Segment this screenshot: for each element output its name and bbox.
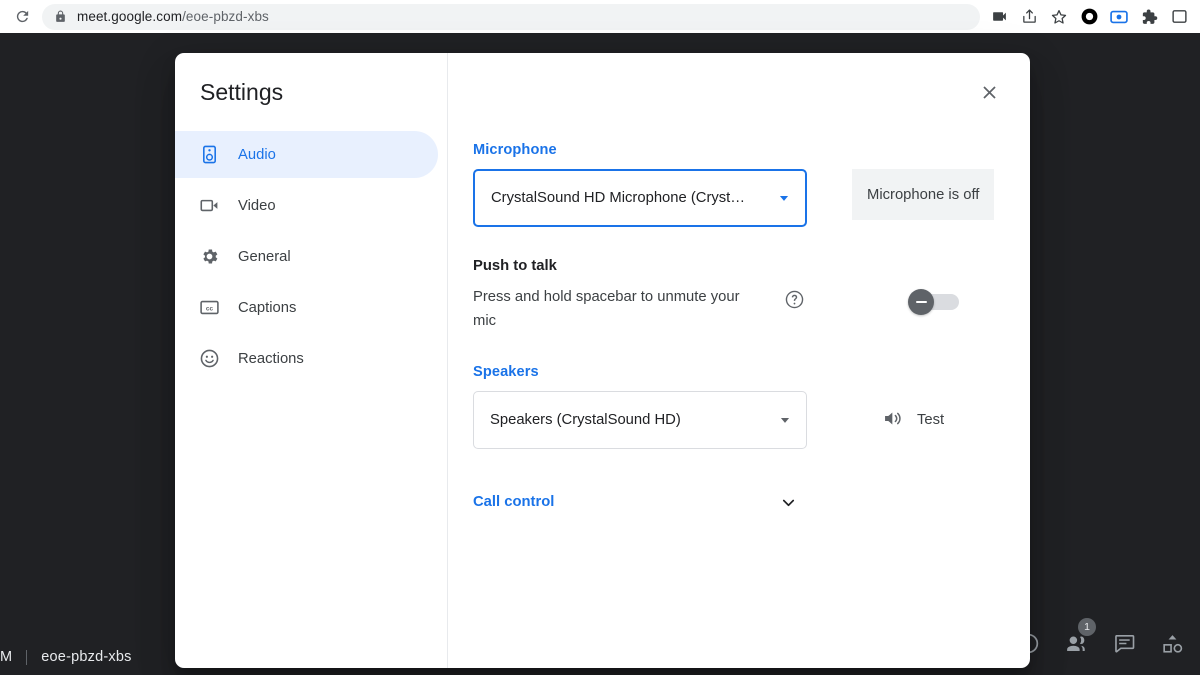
chevron-down-icon: [777, 191, 791, 205]
closed-captions-icon: cc: [199, 297, 225, 318]
toolbar-icon-group: [984, 3, 1194, 31]
push-to-talk-text: Push to talk Press and hold spacebar to …: [473, 258, 773, 333]
sidebar-item-audio[interactable]: Audio: [175, 131, 438, 178]
audio-settings-panel: Microphone CrystalSound HD Microphone (C…: [448, 53, 1030, 522]
svg-text:cc: cc: [206, 306, 214, 313]
push-to-talk-title: Push to talk: [473, 258, 557, 274]
status-badge: Microphone is off: [852, 169, 995, 220]
meet-control-bar: 1: [1004, 618, 1196, 667]
close-button[interactable]: [972, 75, 1006, 109]
bookmark-star-icon[interactable]: [1044, 3, 1074, 31]
push-to-talk-description: Press and hold spacebar to unmute your m…: [473, 289, 740, 329]
activities-button[interactable]: [1148, 619, 1196, 667]
lock-icon: [54, 10, 67, 23]
settings-dialog: Settings Audio Video General cc Captions…: [175, 53, 1030, 668]
chat-icon: [1114, 634, 1134, 652]
sidebar-item-captions[interactable]: cc Captions: [175, 284, 438, 331]
speakers-label: Speakers: [473, 364, 539, 380]
video-camera-icon: [199, 195, 225, 216]
speakers-section: Speakers Speakers (CrystalSound HD) Test: [473, 364, 1030, 449]
sidebar-item-label: General: [238, 248, 291, 265]
extensions-puzzle-icon[interactable]: [1134, 3, 1164, 31]
share-icon[interactable]: [1014, 3, 1044, 31]
url-host: meet.google.com: [77, 9, 183, 24]
sidebar-item-label: Reactions: [238, 350, 304, 367]
toggle-knob: [908, 289, 934, 315]
meeting-code: eoe-pbzd-xbs: [41, 649, 132, 665]
settings-content: Microphone CrystalSound HD Microphone (C…: [448, 53, 1030, 668]
reload-button[interactable]: [8, 3, 36, 31]
people-count-badge: 1: [1078, 618, 1096, 636]
browser-toolbar: meet.google.com/eoe-pbzd-xbs: [0, 0, 1200, 33]
sidebar-item-label: Captions: [238, 299, 297, 316]
minus-icon: [915, 301, 927, 303]
settings-nav: Audio Video General cc Captions Reaction…: [175, 131, 447, 382]
volume-up-icon: [882, 408, 903, 433]
chevron-down-icon: [779, 493, 798, 512]
close-icon: [982, 85, 996, 99]
reload-icon: [16, 10, 28, 23]
microphone-row: CrystalSound HD Microphone (Cryst… Micro…: [473, 169, 1030, 227]
chevron-down-icon: [778, 413, 792, 427]
people-button[interactable]: 1: [1052, 618, 1100, 667]
speakers-select[interactable]: Speakers (CrystalSound HD): [473, 391, 807, 449]
screen-capture-icon[interactable]: [1104, 3, 1134, 31]
record-circle-icon[interactable]: [1074, 3, 1104, 31]
video-camera-icon[interactable]: [984, 3, 1014, 31]
meeting-time: M: [0, 649, 13, 665]
activities-icon: [1162, 634, 1182, 653]
sidebar-item-general[interactable]: General: [175, 233, 438, 280]
speakers-row: Speakers (CrystalSound HD) Test: [473, 391, 1030, 449]
call-control-label: Call control: [473, 494, 555, 510]
address-bar[interactable]: meet.google.com/eoe-pbzd-xbs: [42, 3, 980, 30]
page-title: Settings: [200, 79, 284, 105]
push-to-talk-row: Push to talk Press and hold spacebar to …: [473, 258, 1030, 333]
chat-button[interactable]: [1100, 619, 1148, 667]
speaker-test-button[interactable]: Test: [882, 391, 944, 449]
help-circle-icon[interactable]: [784, 289, 805, 315]
address-bar-url: meet.google.com/eoe-pbzd-xbs: [77, 9, 269, 24]
microphone-status-text: Microphone is off: [867, 186, 980, 203]
sidebar-item-video[interactable]: Video: [175, 182, 438, 229]
browser-panel-icon[interactable]: [1164, 3, 1194, 31]
sidebar-item-reactions[interactable]: Reactions: [175, 335, 438, 382]
speaker-box-icon: [199, 144, 225, 165]
divider: [26, 649, 28, 665]
microphone-select-value: CrystalSound HD Microphone (Cryst…: [491, 190, 746, 206]
call-control-expander[interactable]: Call control: [473, 482, 807, 522]
sidebar-item-label: Audio: [238, 146, 276, 163]
sidebar-item-label: Video: [238, 197, 276, 214]
microphone-label: Microphone: [473, 142, 557, 158]
speaker-test-label: Test: [917, 412, 945, 428]
smiley-face-icon: [199, 348, 225, 369]
microphone-select[interactable]: CrystalSound HD Microphone (Cryst…: [473, 169, 807, 227]
speakers-select-value: Speakers (CrystalSound HD): [490, 412, 681, 428]
settings-sidebar: Settings Audio Video General cc Captions…: [175, 53, 448, 668]
push-to-talk-toggle[interactable]: [908, 289, 960, 315]
gear-icon: [199, 246, 225, 267]
meeting-info-bar: M eoe-pbzd-xbs: [0, 649, 132, 665]
url-path: /eoe-pbzd-xbs: [182, 9, 269, 24]
